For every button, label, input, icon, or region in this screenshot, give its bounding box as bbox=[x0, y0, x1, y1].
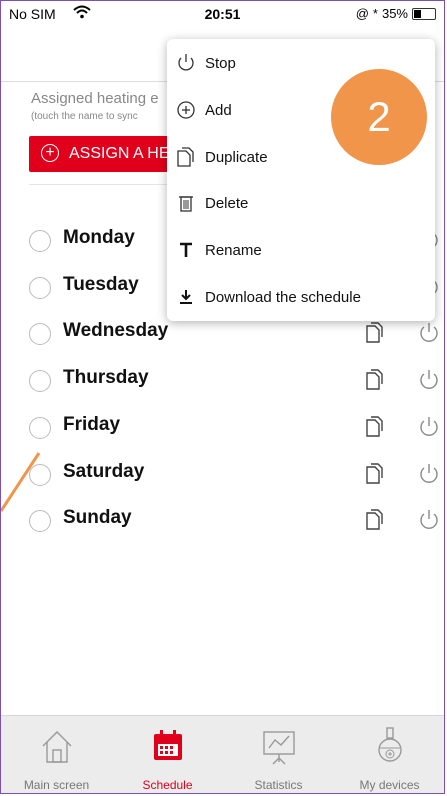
tab-my-devices[interactable]: My devices bbox=[334, 716, 444, 793]
tab-main-screen[interactable]: Main screen bbox=[1, 716, 112, 793]
chart-icon bbox=[261, 726, 297, 766]
download-icon bbox=[175, 286, 197, 308]
calendar-icon bbox=[150, 726, 186, 766]
tab-schedule[interactable]: Schedule bbox=[112, 716, 223, 793]
annotation-badge: 2 bbox=[331, 69, 427, 165]
duplicate-icon bbox=[175, 146, 197, 168]
menu-item-download-the-schedule[interactable]: Download the schedule bbox=[167, 275, 435, 321]
tab-label: Schedule bbox=[142, 778, 193, 792]
tab-label: My devices bbox=[359, 778, 420, 792]
tab-label: Statistics bbox=[254, 778, 303, 792]
menu-item-label: Stop bbox=[205, 55, 236, 72]
annotation-line-left bbox=[1, 452, 41, 512]
tab-label: Main screen bbox=[23, 778, 90, 792]
trash-icon bbox=[175, 192, 197, 214]
plus-circle-icon bbox=[175, 99, 197, 121]
tab-bar: Main screen Schedule Statistics My devices bbox=[1, 715, 444, 793]
app-screen: No SIM 20:51 @ * 35% Assigned heating e … bbox=[0, 0, 445, 794]
text-icon bbox=[175, 239, 197, 261]
menu-item-label: Add bbox=[205, 101, 232, 119]
tab-statistics[interactable]: Statistics bbox=[223, 716, 334, 793]
device-icon bbox=[372, 726, 408, 766]
menu-item-rename[interactable]: Rename bbox=[167, 228, 435, 274]
menu-item-delete[interactable]: Delete bbox=[167, 181, 435, 227]
menu-item-label: Rename bbox=[205, 242, 262, 260]
menu-item-label: Download the schedule bbox=[205, 289, 361, 306]
power-icon bbox=[175, 52, 197, 74]
menu-item-label: Duplicate bbox=[205, 148, 268, 166]
home-icon bbox=[39, 726, 75, 766]
menu-item-label: Delete bbox=[205, 195, 249, 213]
